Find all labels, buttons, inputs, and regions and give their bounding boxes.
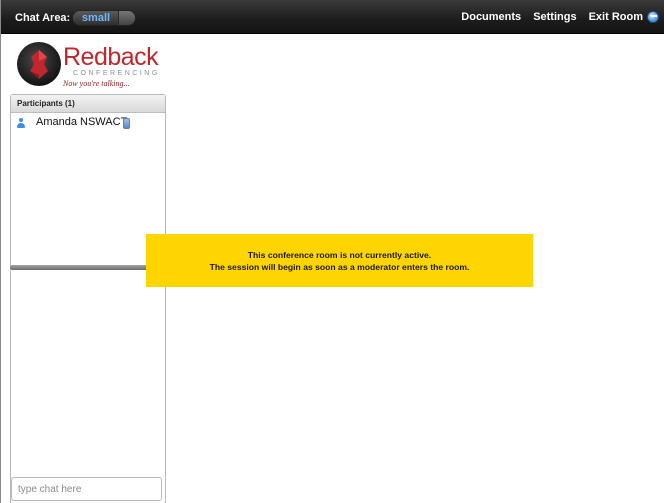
documents-link[interactable]: Documents xyxy=(461,10,521,24)
logo-tagline: Now you're talking... xyxy=(63,79,130,88)
redback-logo: Redback CONFERENCING Now you're talking.… xyxy=(17,42,167,90)
top-bar: Chat Area: small Documents Settings Exit… xyxy=(1,0,664,34)
participants-header: Participants (1) xyxy=(11,95,165,113)
participant-row[interactable]: Amanda NSWACT xyxy=(11,115,165,131)
chat-input[interactable] xyxy=(11,477,162,501)
user-icon xyxy=(17,118,25,129)
exit-room-icon[interactable] xyxy=(647,11,659,23)
notice-line-2: The session will begin as soon as a mode… xyxy=(209,261,470,272)
conference-app: Chat Area: small Documents Settings Exit… xyxy=(0,0,664,503)
participants-panel: Participants (1) Amanda NSWACT xyxy=(10,94,166,268)
settings-link[interactable]: Settings xyxy=(533,10,576,24)
logo-subtitle: CONFERENCING xyxy=(73,70,160,77)
logo-brand-text: Redback xyxy=(63,43,159,71)
notice-line-1: This conference room is not currently ac… xyxy=(247,249,432,260)
participant-name: Amanda NSWACT xyxy=(36,116,128,128)
top-nav: Documents Settings Exit Room xyxy=(461,10,659,24)
inactive-room-notice: This conference room is not currently ac… xyxy=(146,234,533,287)
exit-room-link[interactable]: Exit Room xyxy=(589,10,659,24)
chat-area-select[interactable]: small xyxy=(72,10,136,26)
chat-messages-panel xyxy=(10,270,166,503)
chat-area-label: Chat Area: xyxy=(15,12,71,24)
redback-logo-icon xyxy=(17,42,61,86)
chat-area-toggle-handle[interactable] xyxy=(118,11,135,25)
chat-area-value[interactable]: small xyxy=(73,11,119,25)
exit-room-label[interactable]: Exit Room xyxy=(589,10,643,24)
phone-icon xyxy=(123,118,130,129)
